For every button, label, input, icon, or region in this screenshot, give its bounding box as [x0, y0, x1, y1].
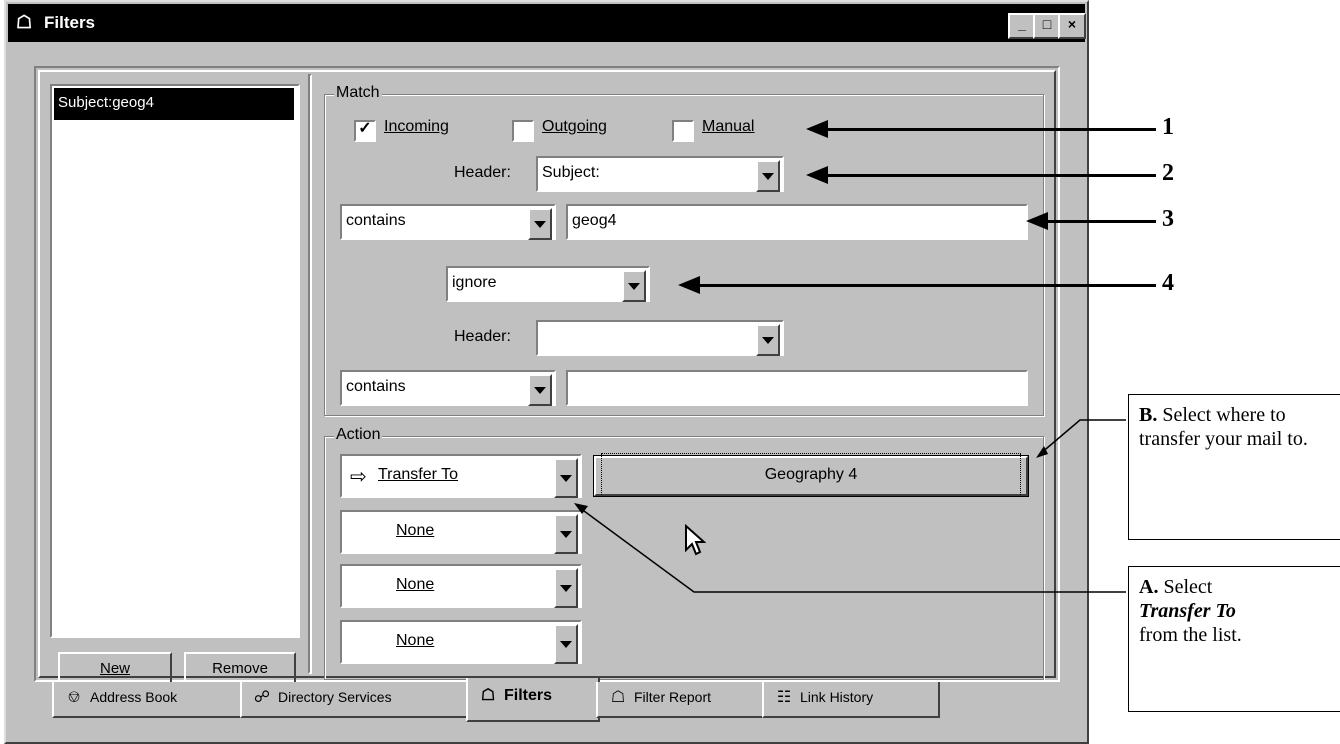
- leader-line-a: [579, 507, 1126, 593]
- callout-b: B. Select where to transfer your mail to…: [1128, 394, 1340, 540]
- callout-a-italic: Transfer To: [1139, 600, 1236, 622]
- callout-b-text: Select where to transfer your mail to.: [1139, 404, 1308, 450]
- callout-a-bold: A.: [1139, 576, 1159, 598]
- callout-a-text2: from the list.: [1139, 624, 1242, 646]
- callout-b-bold: B.: [1139, 404, 1158, 426]
- callout-a-text1: Select: [1163, 576, 1213, 598]
- leader-line-b: [1039, 419, 1126, 455]
- callout-a: A. Select Transfer To from the list.: [1128, 566, 1340, 712]
